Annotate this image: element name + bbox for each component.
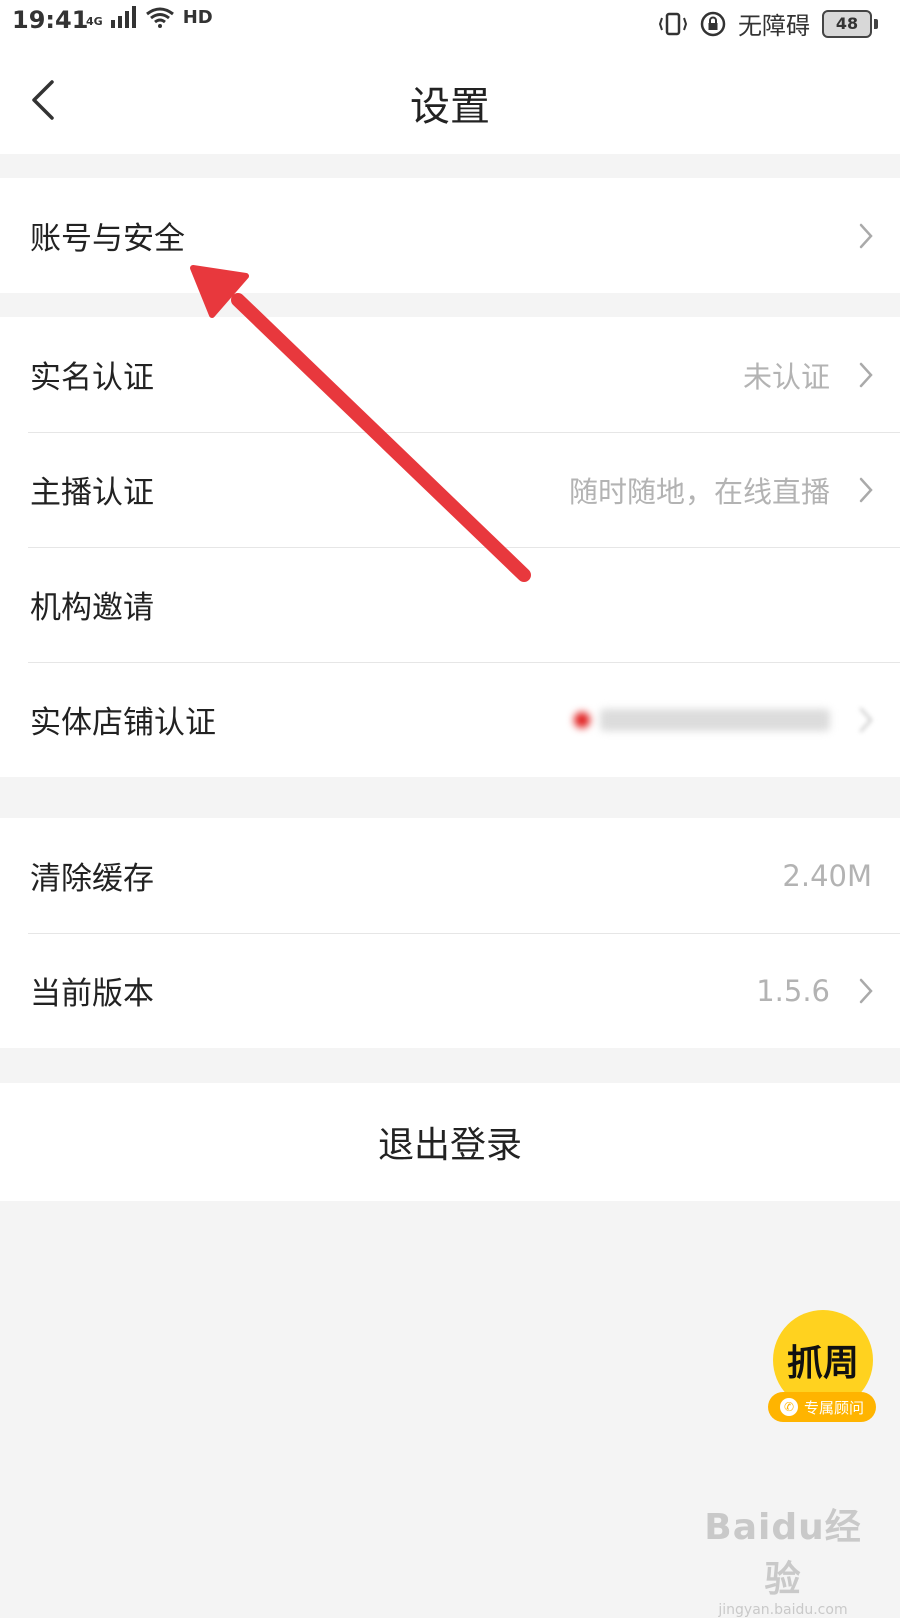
row-label: 当前版本 (30, 976, 154, 1012)
phone-icon: ✆ (779, 1398, 798, 1416)
battery-cap (874, 18, 878, 29)
status-bar: 19:41 4G HD 无障碍 48 (0, 0, 900, 44)
settings-row-clear-cache[interactable]: 清除缓存 2.40M (0, 818, 900, 933)
settings-row-version[interactable]: 当前版本 1.5.6 (0, 933, 900, 1048)
row-label: 实名认证 (30, 360, 154, 396)
baidu-watermark: Baidu经验 jingyan.baidu.com (688, 1498, 878, 1618)
settings-row-store[interactable]: 实体店铺认证 (0, 662, 900, 777)
accessibility-label: 无障碍 (738, 12, 810, 40)
advisor-pill: ✆ 专属顾问 (768, 1392, 876, 1422)
settings-group-verification: 实名认证 未认证 主播认证 随时随地，在线直播 机构邀请 实体店铺认证 (0, 317, 900, 777)
settings-group-account: 账号与安全 (0, 178, 900, 293)
row-label: 机构邀请 (30, 590, 154, 626)
blurred-status (574, 708, 830, 731)
battery-level: 48 (822, 9, 872, 38)
battery-indicator: 48 (822, 9, 878, 38)
row-label: 清除缓存 (30, 861, 154, 897)
vibrate-icon (658, 12, 688, 35)
settings-row-streamer[interactable]: 主播认证 随时随地，在线直播 (0, 432, 900, 547)
top-nav-bar: 设置 (0, 44, 900, 154)
network-type-label: 4G (86, 15, 103, 28)
chevron-right-icon (859, 223, 873, 248)
status-time: 19:41 (12, 6, 89, 34)
row-value: 1.5.6 (756, 973, 830, 1008)
row-label: 账号与安全 (30, 221, 185, 257)
red-dot-badge (574, 711, 590, 728)
row-label: 主播认证 (30, 475, 154, 511)
status-right: 无障碍 48 (658, 6, 878, 41)
watermark-main: Baidu经验 (704, 1507, 862, 1600)
status-icons: 4G HD (86, 6, 213, 28)
chevron-right-icon (859, 707, 873, 732)
logout-button[interactable]: 退出登录 (0, 1083, 900, 1201)
rotation-lock-icon (700, 11, 726, 36)
row-value: 随时随地，在线直播 (568, 474, 830, 509)
settings-row-account-security[interactable]: 账号与安全 (0, 178, 900, 293)
chevron-right-icon (859, 978, 873, 1003)
settings-row-real-name[interactable]: 实名认证 未认证 (0, 317, 900, 432)
hd-icon: HD (182, 7, 213, 28)
row-value: 未认证 (742, 359, 830, 394)
row-label: 实体店铺认证 (30, 705, 216, 741)
row-value: 2.40M (782, 858, 872, 893)
watermark-sub: jingyan.baidu.com (718, 1602, 848, 1618)
cellular-signal-icon (110, 6, 136, 28)
settings-group-app: 清除缓存 2.40M 当前版本 1.5.6 (0, 818, 900, 1048)
advisor-float-button[interactable]: 抓周 ✆ 专属顾问 (768, 1310, 878, 1428)
chevron-right-icon (859, 477, 873, 502)
wifi-icon (145, 7, 174, 28)
advisor-label: 专属顾问 (803, 1398, 864, 1417)
blurred-text (600, 708, 830, 731)
chevron-right-icon (859, 362, 873, 387)
settings-row-org-invite[interactable]: 机构邀请 (0, 547, 900, 662)
page-title: 设置 (410, 84, 490, 130)
